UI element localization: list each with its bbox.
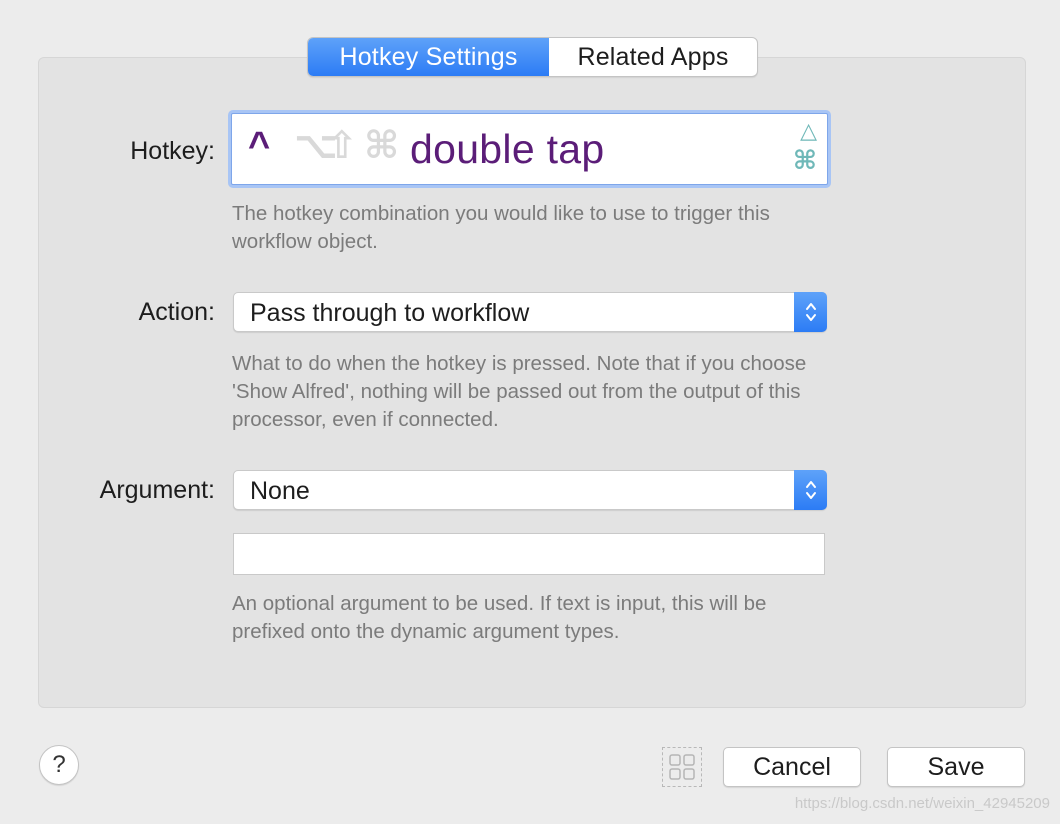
action-help-text: What to do when the hotkey is pressed. N… (232, 352, 807, 431)
argument-help-text: An optional argument to be used. If text… (232, 592, 767, 643)
command-icon[interactable]: ⌘ (793, 145, 817, 176)
argument-label: Argument: (99, 476, 215, 504)
command-modifier-icon: ⌘ (364, 125, 400, 167)
triangle-icon[interactable]: △ (800, 118, 817, 144)
help-button[interactable]: ? (39, 745, 79, 785)
hotkey-field[interactable]: ^ ⌥ ⇧ ⌘ double tap △ ⌘ (228, 110, 831, 188)
hotkey-value: double tap (410, 126, 605, 172)
hotkey-label: Hotkey: (130, 137, 215, 165)
save-button[interactable]: Save (887, 747, 1025, 787)
grid-icon[interactable] (662, 747, 702, 787)
argument-input[interactable] (233, 533, 825, 575)
tab-related-apps[interactable]: Related Apps (549, 38, 757, 76)
chevron-up-down-icon[interactable] (794, 470, 827, 510)
shift-modifier-icon: ⇧ (326, 125, 358, 167)
cancel-button[interactable]: Cancel (723, 747, 861, 787)
hotkey-field-inner: ^ ⌥ ⇧ ⌘ double tap △ ⌘ (231, 113, 828, 185)
argument-selected-value: None (250, 477, 310, 505)
hotkey-help-text: The hotkey combination you would like to… (232, 202, 770, 253)
action-selected-value: Pass through to workflow (250, 299, 530, 327)
control-modifier-icon: ^ (248, 125, 271, 167)
tab-hotkey-settings[interactable]: Hotkey Settings (308, 38, 549, 76)
tab-bar: Hotkey Settings Related Apps (307, 37, 758, 77)
chevron-up-down-icon[interactable] (794, 292, 827, 332)
argument-select[interactable]: None (233, 470, 827, 510)
watermark-text: https://blog.csdn.net/weixin_42945209 (794, 795, 1050, 812)
action-label: Action: (138, 298, 215, 326)
action-select[interactable]: Pass through to workflow (233, 292, 827, 332)
